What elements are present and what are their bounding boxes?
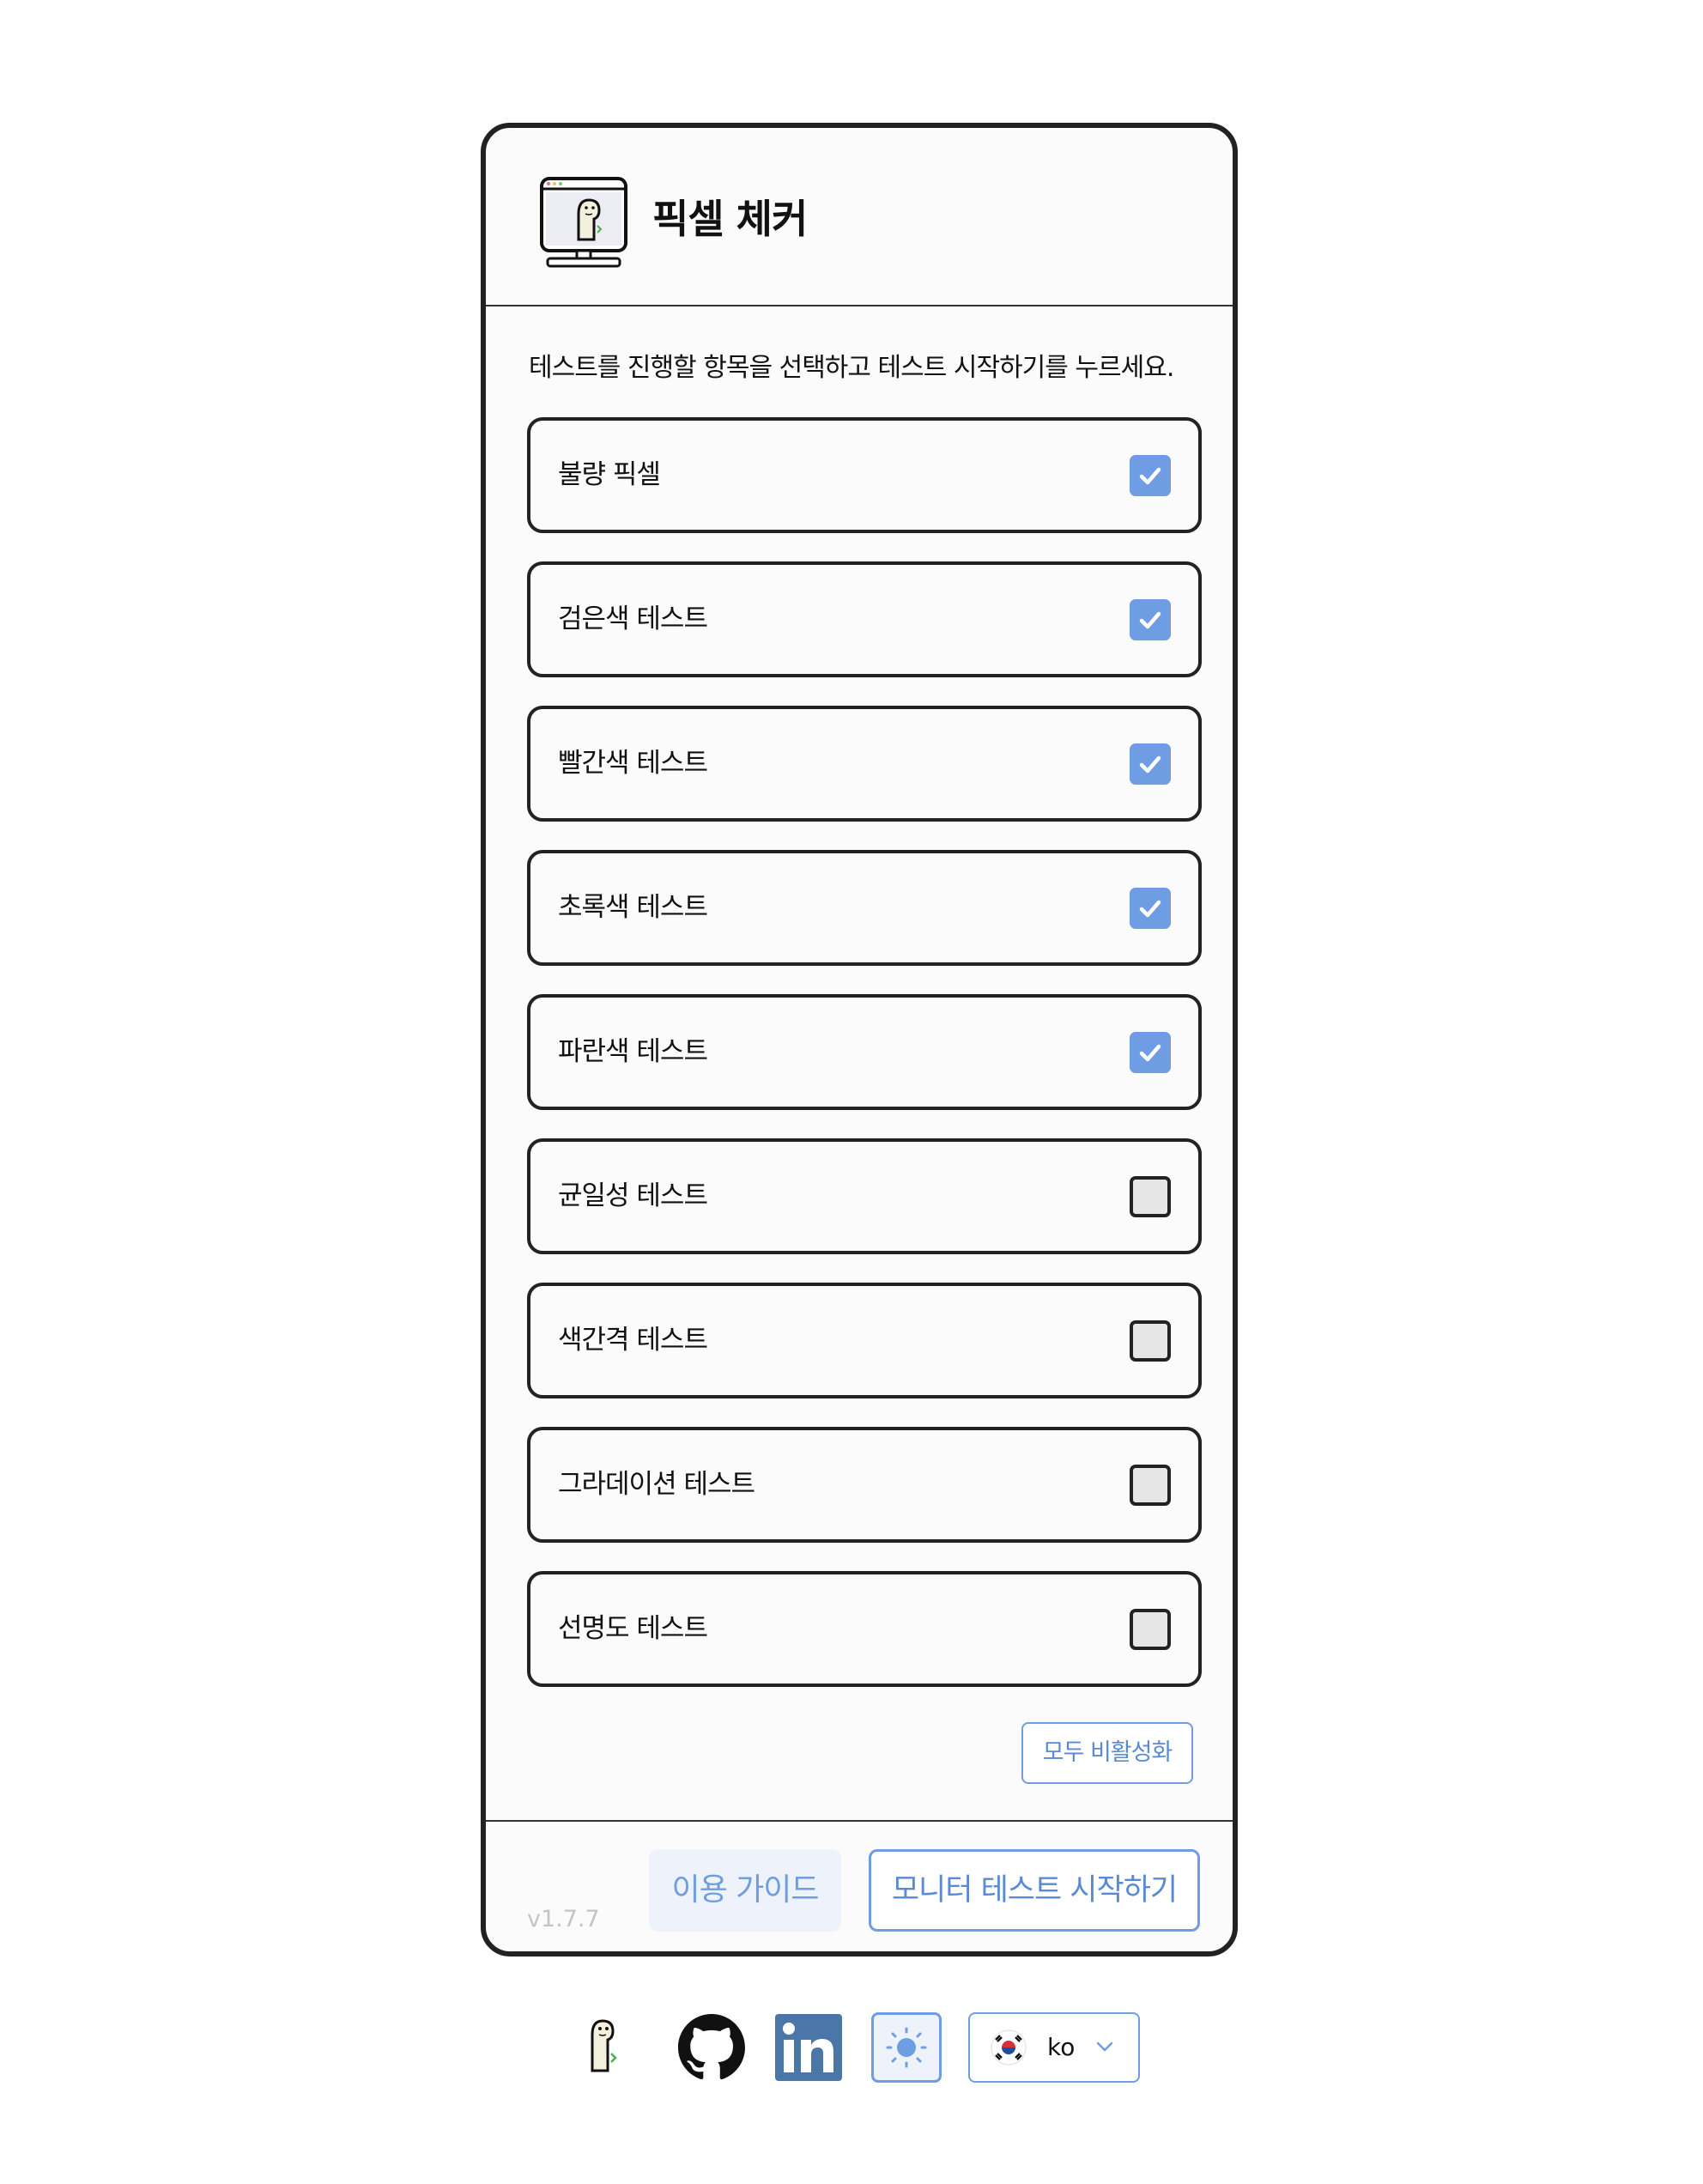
test-item-checkbox[interactable]	[1130, 1609, 1171, 1650]
test-item[interactable]: 선명도 테스트	[527, 1571, 1202, 1687]
test-item-label: 그라데이션 테스트	[558, 1469, 755, 1500]
instruction-text: 테스트를 진행할 항목을 선택하고 테스트 시작하기를 누르세요.	[529, 353, 1174, 383]
test-item-checkbox[interactable]	[1130, 455, 1171, 496]
test-item-checkbox[interactable]	[1130, 1465, 1171, 1506]
disable-all-button[interactable]: 모두 비활성화	[1021, 1722, 1193, 1784]
app-title: 픽셀 체커	[652, 196, 808, 242]
chevron-down-icon	[1096, 2041, 1113, 2052]
test-item[interactable]: 색간격 테스트	[527, 1283, 1202, 1398]
test-item-checkbox[interactable]	[1130, 1032, 1171, 1073]
sun-icon	[886, 2027, 927, 2068]
checkmark-icon	[1139, 611, 1161, 629]
test-item-label: 선명도 테스트	[558, 1613, 708, 1644]
github-icon[interactable]	[678, 2014, 745, 2081]
test-item-checkbox[interactable]	[1130, 888, 1171, 929]
test-item-checkbox[interactable]	[1130, 743, 1171, 785]
start-monitor-test-button[interactable]: 모니터 테스트 시작하기	[869, 1849, 1200, 1932]
test-item[interactable]: 균일성 테스트	[527, 1138, 1202, 1254]
kr-flag-icon	[991, 2029, 1027, 2066]
test-item[interactable]: 그라데이션 테스트	[527, 1427, 1202, 1543]
test-item-label: 균일성 테스트	[558, 1180, 708, 1211]
checkmark-icon	[1139, 755, 1161, 774]
mascot-icon[interactable]	[582, 2016, 625, 2076]
linkedin-icon[interactable]	[775, 2014, 842, 2081]
checkmark-icon	[1139, 1044, 1161, 1062]
user-guide-button[interactable]: 이용 가이드	[649, 1849, 841, 1932]
version-label: v1.7.7	[527, 1906, 600, 1932]
pixel-checker-panel: 픽셀 체커 테스트를 진행할 항목을 선택하고 테스트 시작하기를 누르세요. …	[481, 123, 1238, 1956]
test-item-label: 색간격 테스트	[558, 1325, 708, 1356]
test-item-checkbox[interactable]	[1130, 599, 1171, 640]
test-item[interactable]: 초록색 테스트	[527, 850, 1202, 966]
panel-header: 픽셀 체커	[486, 128, 1233, 306]
test-item[interactable]: 불량 픽셀	[527, 417, 1202, 533]
panel-footer: v1.7.7 이용 가이드 모니터 테스트 시작하기	[486, 1820, 1233, 1951]
test-item-label: 초록색 테스트	[558, 892, 708, 923]
theme-toggle-button[interactable]	[871, 2012, 942, 2083]
test-item-label: 검은색 테스트	[558, 604, 708, 634]
test-item[interactable]: 빨간색 테스트	[527, 706, 1202, 822]
monitor-mascot-logo-icon	[540, 177, 627, 268]
language-select[interactable]: ko	[968, 2012, 1140, 2083]
test-item-checkbox[interactable]	[1130, 1176, 1171, 1217]
test-item-label: 불량 픽셀	[558, 459, 661, 490]
checkmark-icon	[1139, 900, 1161, 918]
language-value: ko	[1047, 2033, 1076, 2061]
test-item[interactable]: 검은색 테스트	[527, 561, 1202, 677]
test-item-label: 파란색 테스트	[558, 1036, 708, 1067]
test-item-checkbox[interactable]	[1130, 1320, 1171, 1362]
checkmark-icon	[1139, 467, 1161, 485]
test-item[interactable]: 파란색 테스트	[527, 994, 1202, 1110]
bottom-toolbar: ko	[0, 2009, 1703, 2086]
test-item-label: 빨간색 테스트	[558, 748, 708, 779]
